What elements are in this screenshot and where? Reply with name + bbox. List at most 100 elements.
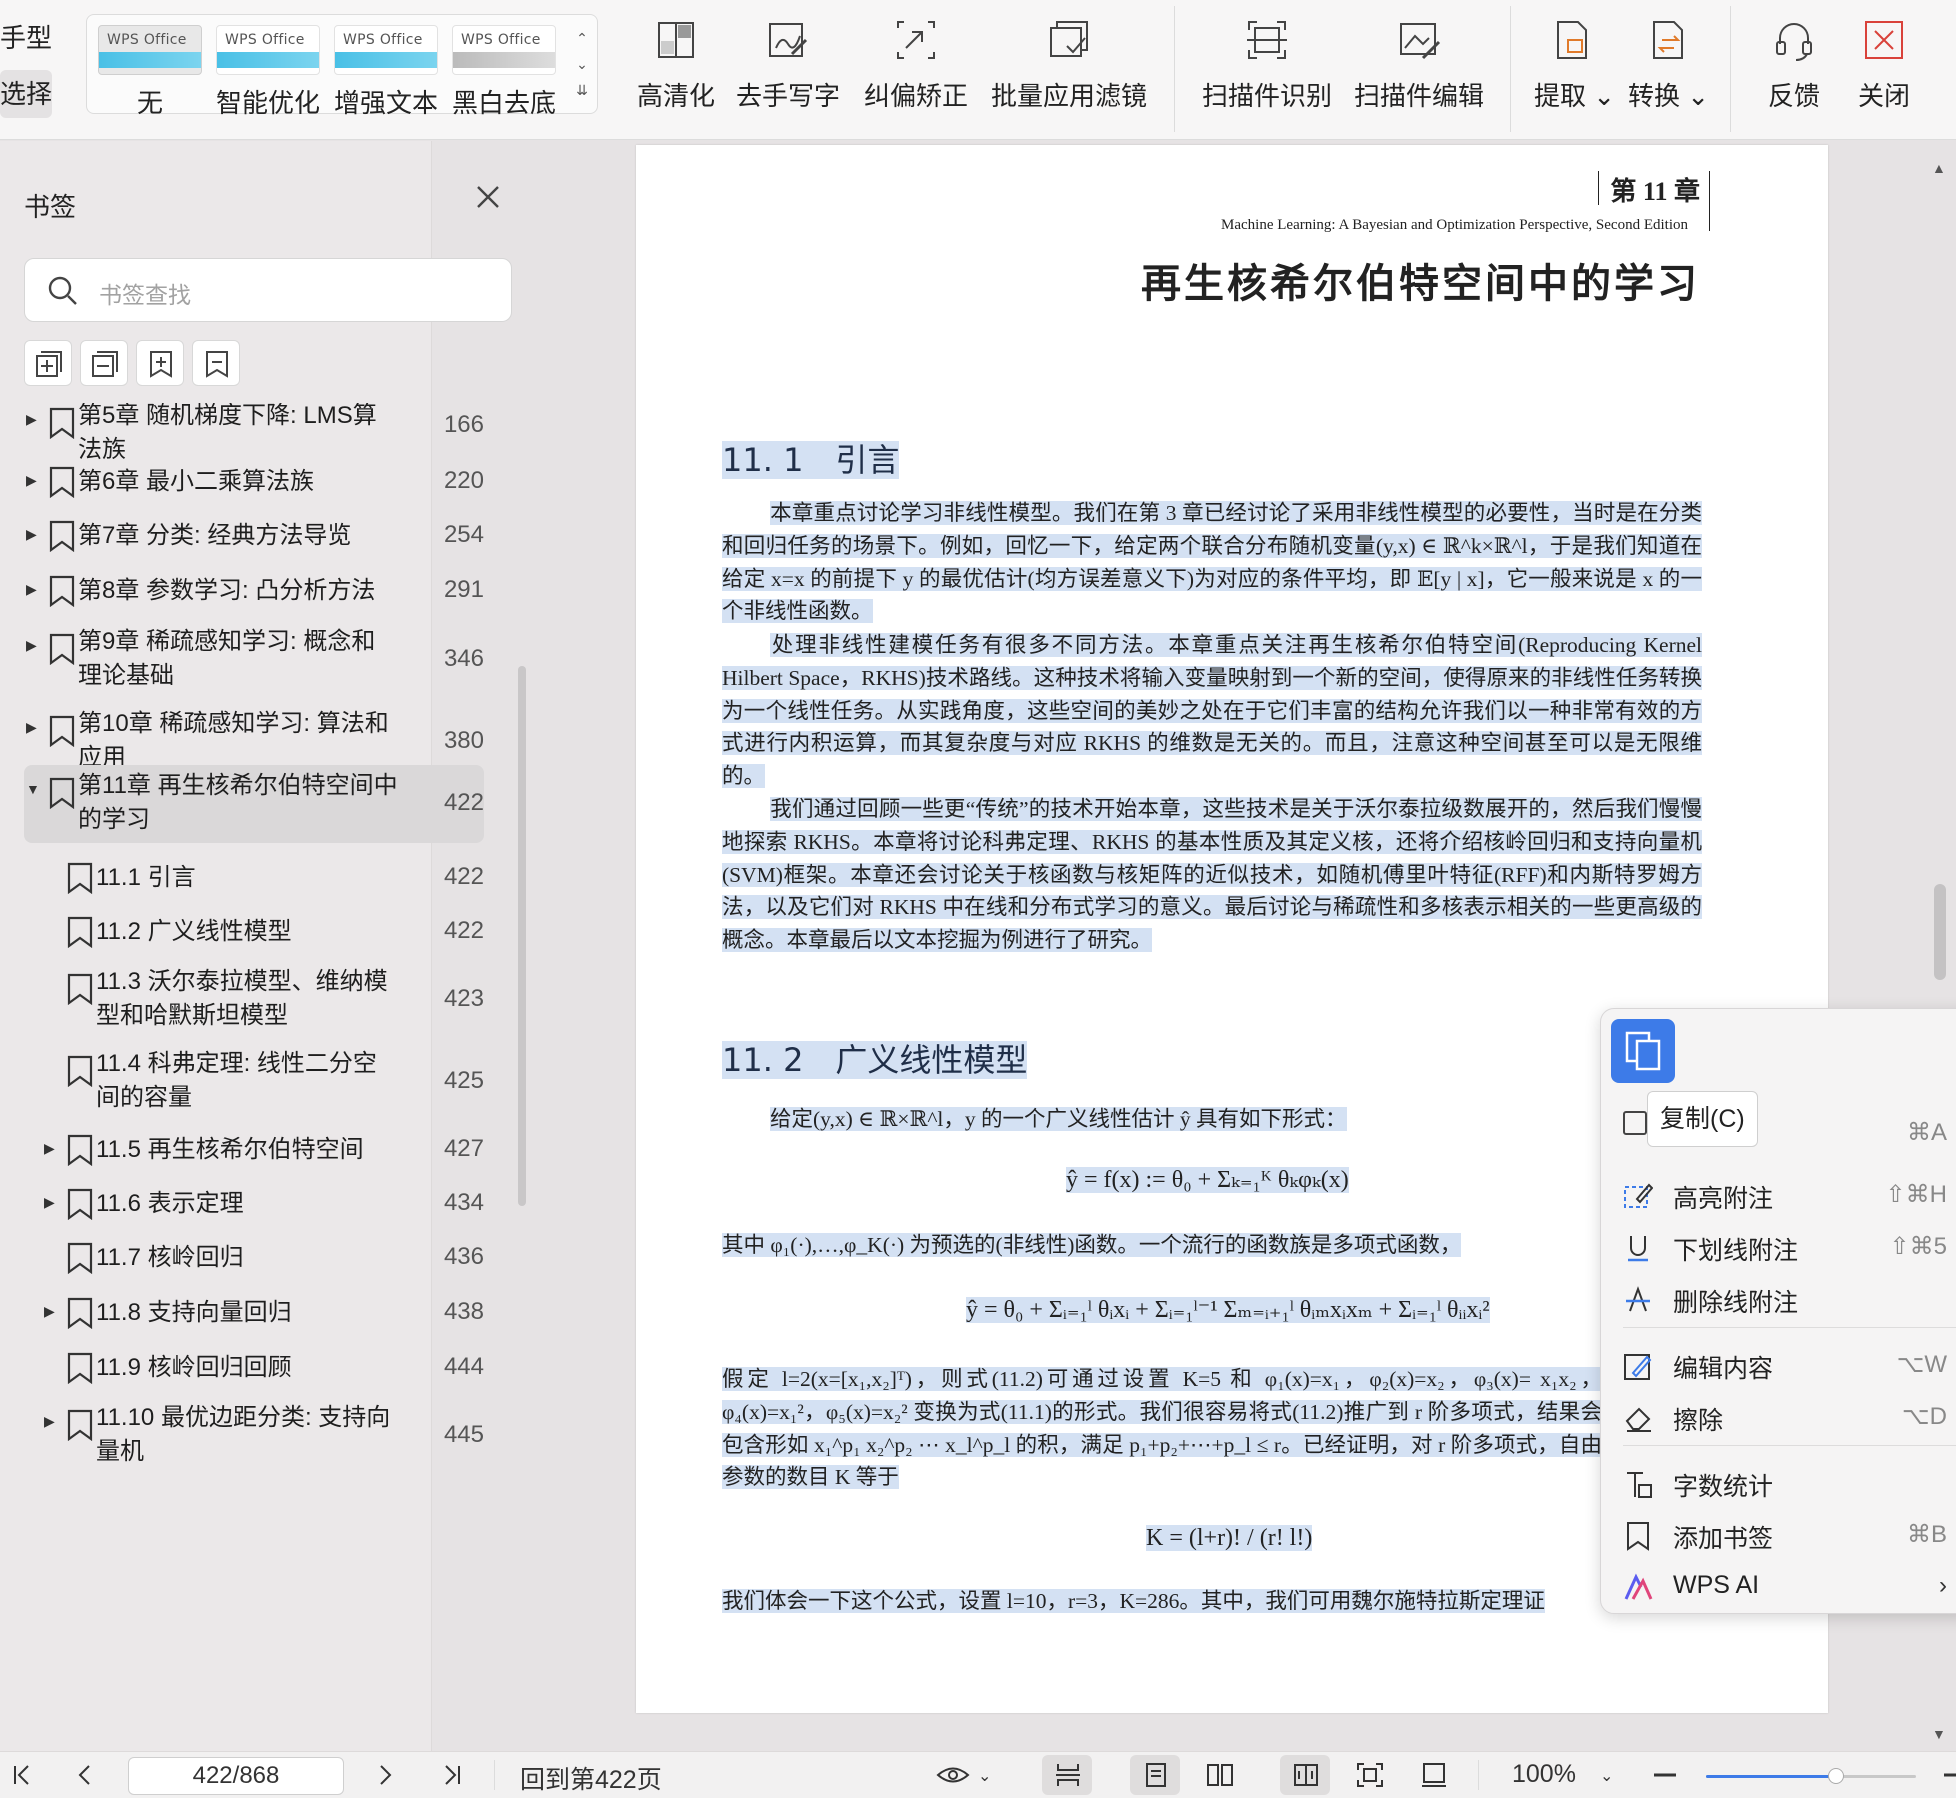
menu-underline-annotation[interactable]: 下划线附注 ⇧⌘5 bbox=[1601, 1223, 1956, 1271]
expand-more-icon[interactable]: ⇊ bbox=[571, 77, 593, 103]
scan-edit-button[interactable]: 扫描件编辑 bbox=[1352, 14, 1486, 113]
filter-smart[interactable]: WPS Office 智能优化 bbox=[211, 25, 325, 120]
bookmark-item[interactable]: 11.4 科弗定理: 线性二分空 间的容量 425 bbox=[24, 1043, 484, 1121]
hand-tool-label[interactable]: 手型 bbox=[0, 18, 52, 55]
collapse-all-button[interactable] bbox=[80, 340, 128, 386]
expand-arrow-icon[interactable]: ▶ bbox=[26, 637, 37, 654]
bookmark-item[interactable]: 11.2 广义线性模型 422 bbox=[24, 907, 484, 957]
menu-word-count[interactable]: 字数统计 bbox=[1601, 1459, 1956, 1507]
bookmark-scrollbar[interactable] bbox=[518, 666, 526, 1206]
filter-none[interactable]: WPS Office 无 bbox=[93, 25, 207, 120]
next-page-icon[interactable] bbox=[372, 1762, 398, 1788]
bookmark-item[interactable]: ▶ 第5章 随机梯度下降: LMS算 法族 166 bbox=[24, 403, 484, 463]
zoom-level[interactable]: 100% bbox=[1512, 1760, 1576, 1789]
single-page-scroll-icon[interactable] bbox=[1054, 1762, 1082, 1788]
bookmark-item[interactable]: ▶ 11.8 支持向量回归 438 bbox=[24, 1288, 484, 1338]
zoom-out-icon[interactable] bbox=[1652, 1762, 1678, 1788]
bookmark-item[interactable]: ▶ 11.6 表示定理 434 bbox=[24, 1179, 484, 1229]
menu-highlight-annotation[interactable]: 高亮附注 ⇧⌘H bbox=[1601, 1171, 1956, 1219]
bookmark-item[interactable]: ▶ 第6章 最小二乘算法族 220 bbox=[24, 457, 484, 507]
menu-wps-ai[interactable]: WPS AI › bbox=[1601, 1563, 1956, 1611]
scan-recognize-button[interactable]: 扫描件识别 bbox=[1200, 14, 1334, 113]
deskew-button[interactable]: 纠偏矫正 bbox=[864, 14, 968, 113]
bookmark-item[interactable]: ▶ 第8章 参数学习: 凸分析方法 291 bbox=[24, 566, 484, 616]
feedback-button[interactable]: 反馈 bbox=[1756, 14, 1832, 113]
expand-arrow-icon[interactable]: ▶ bbox=[26, 526, 37, 543]
back-to-page-link[interactable]: 回到第422页 bbox=[520, 1760, 662, 1796]
chevron-down-icon[interactable]: ⌄ bbox=[978, 1766, 991, 1786]
copy-button[interactable] bbox=[1611, 1019, 1675, 1083]
zoom-slider[interactable] bbox=[1706, 1768, 1916, 1784]
extract-button[interactable]: 提取 ⌄ bbox=[1534, 14, 1616, 113]
hd-button[interactable]: 高清化 bbox=[632, 14, 720, 113]
add-bookmark-button[interactable] bbox=[136, 340, 184, 386]
bookmark-search-input[interactable]: 书签查找 bbox=[24, 258, 512, 322]
expand-arrow-icon[interactable]: ▶ bbox=[44, 1413, 55, 1430]
extract-label: 提取 ⌄ bbox=[1534, 81, 1616, 111]
menu-edit-content[interactable]: 编辑内容 ⌥W bbox=[1601, 1341, 1956, 1389]
remove-handwriting-button[interactable]: 去手写字 bbox=[736, 14, 840, 113]
zoom-in-icon[interactable] bbox=[1944, 1762, 1956, 1788]
filter-bw[interactable]: WPS Office 黑白去底 bbox=[447, 25, 561, 120]
book-mode-icon[interactable] bbox=[1292, 1762, 1320, 1788]
bookmark-item[interactable]: 11.9 核岭回归回顾 444 bbox=[24, 1343, 484, 1393]
scan-edit-label: 扫描件编辑 bbox=[1353, 81, 1484, 111]
hand-select-tools: 手型 选择 bbox=[0, 0, 60, 140]
bookmark-item[interactable]: ▶ 第9章 稀疏感知学习: 概念和 理论基础 346 bbox=[24, 621, 484, 699]
page-number-input[interactable]: 422/868 bbox=[128, 1757, 344, 1795]
document-scrollbar[interactable] bbox=[1934, 884, 1946, 980]
filter-enhance-text[interactable]: WPS Office 增强文本 bbox=[329, 25, 443, 120]
scroll-up-icon[interactable]: ▲ bbox=[1932, 160, 1946, 176]
chevron-down-icon[interactable]: ⌄ bbox=[1600, 1766, 1613, 1786]
zoom-slider-handle[interactable] bbox=[1828, 1768, 1845, 1784]
bookmark-icon bbox=[67, 862, 93, 894]
expand-arrow-icon[interactable]: ▶ bbox=[26, 719, 37, 736]
bookmark-title: 11.7 核岭回归 bbox=[96, 1244, 244, 1271]
bookmark-item[interactable]: ▶ 11.10 最优边距分类: 支持向 量机 445 bbox=[24, 1397, 484, 1475]
fit-width-icon[interactable] bbox=[1420, 1762, 1448, 1788]
bookmark-page-number: 380 bbox=[443, 727, 484, 754]
expand-arrow-icon[interactable]: ▶ bbox=[26, 472, 37, 489]
bookmark-item[interactable]: 11.7 核岭回归 436 bbox=[24, 1233, 484, 1283]
menu-strikethrough-annotation[interactable]: 删除线附注 bbox=[1601, 1275, 1956, 1323]
chevron-up-icon[interactable]: ⌃ bbox=[571, 25, 593, 51]
bookmark-icon bbox=[1627, 1522, 1649, 1551]
bookmark-title: 第9章 稀疏感知学习: 概念和 理论基础 bbox=[78, 628, 376, 689]
batch-filter-button[interactable]: 批量应用滤镜 bbox=[990, 14, 1148, 113]
bookmark-item[interactable]: 11.3 沃尔泰拉模型、维纳模 型和哈默斯坦模型 423 bbox=[24, 961, 484, 1039]
expand-arrow-icon[interactable]: ▶ bbox=[44, 1303, 55, 1320]
scroll-down-icon[interactable]: ▼ bbox=[1932, 1726, 1946, 1742]
bookmark-item[interactable]: ▶ 11.5 再生核希尔伯特空间 427 bbox=[24, 1125, 484, 1175]
single-page-icon[interactable] bbox=[1142, 1762, 1170, 1788]
close-icon[interactable] bbox=[474, 183, 502, 211]
zoom-slider-fill bbox=[1706, 1775, 1837, 1778]
expand-arrow-icon[interactable]: ▶ bbox=[44, 1140, 55, 1157]
expand-arrow-icon[interactable]: ▶ bbox=[26, 411, 37, 428]
bookmark-icon bbox=[67, 1134, 93, 1166]
eye-icon[interactable] bbox=[936, 1762, 970, 1788]
filter-scroll-arrows[interactable]: ⌃ ⌄ ⇊ bbox=[571, 25, 593, 105]
expand-all-button[interactable] bbox=[24, 340, 72, 386]
filter-smart-thumbnail: WPS Office bbox=[216, 25, 320, 75]
two-page-icon[interactable] bbox=[1206, 1762, 1234, 1788]
menu-erase[interactable]: 擦除 ⌥D bbox=[1601, 1393, 1956, 1441]
expand-arrow-icon[interactable]: ▶ bbox=[44, 1194, 55, 1211]
select-tool-button[interactable]: 选择 bbox=[0, 70, 52, 118]
first-page-icon[interactable] bbox=[10, 1762, 36, 1788]
menu-add-bookmark[interactable]: 添加书签 ⌘B bbox=[1601, 1511, 1956, 1559]
fit-page-icon[interactable] bbox=[1356, 1762, 1384, 1788]
bookmark-item[interactable]: 11.1 引言 422 bbox=[24, 853, 484, 903]
remove-bookmark-button[interactable] bbox=[192, 340, 240, 386]
bookmark-page-number: 291 bbox=[443, 576, 484, 603]
last-page-icon[interactable] bbox=[438, 1762, 464, 1788]
convert-button[interactable]: 转换 ⌄ bbox=[1628, 14, 1709, 113]
chevron-down-icon[interactable]: ⌄ bbox=[571, 51, 593, 77]
close-scan-mode-button[interactable]: 关闭 bbox=[1846, 14, 1922, 113]
wps-ai-icon bbox=[1624, 1573, 1653, 1600]
prev-page-icon[interactable] bbox=[72, 1762, 98, 1788]
collapse-arrow-icon[interactable]: ▼ bbox=[26, 781, 40, 797]
bookmark-item[interactable]: ▼ 第11章 再生核希尔伯特空间中 的学习 422 bbox=[24, 765, 484, 843]
expand-arrow-icon[interactable]: ▶ bbox=[26, 581, 37, 598]
bookmark-item[interactable]: ▶ 第7章 分类: 经典方法导览 254 bbox=[24, 511, 484, 561]
equation-11-2: ŷ = θ₀ + Σᵢ₌₁ˡ θᵢxᵢ + Σᵢ₌₁ˡ⁻¹ Σₘ₌ᵢ₊₁ˡ θᵢ… bbox=[966, 1297, 1490, 1323]
